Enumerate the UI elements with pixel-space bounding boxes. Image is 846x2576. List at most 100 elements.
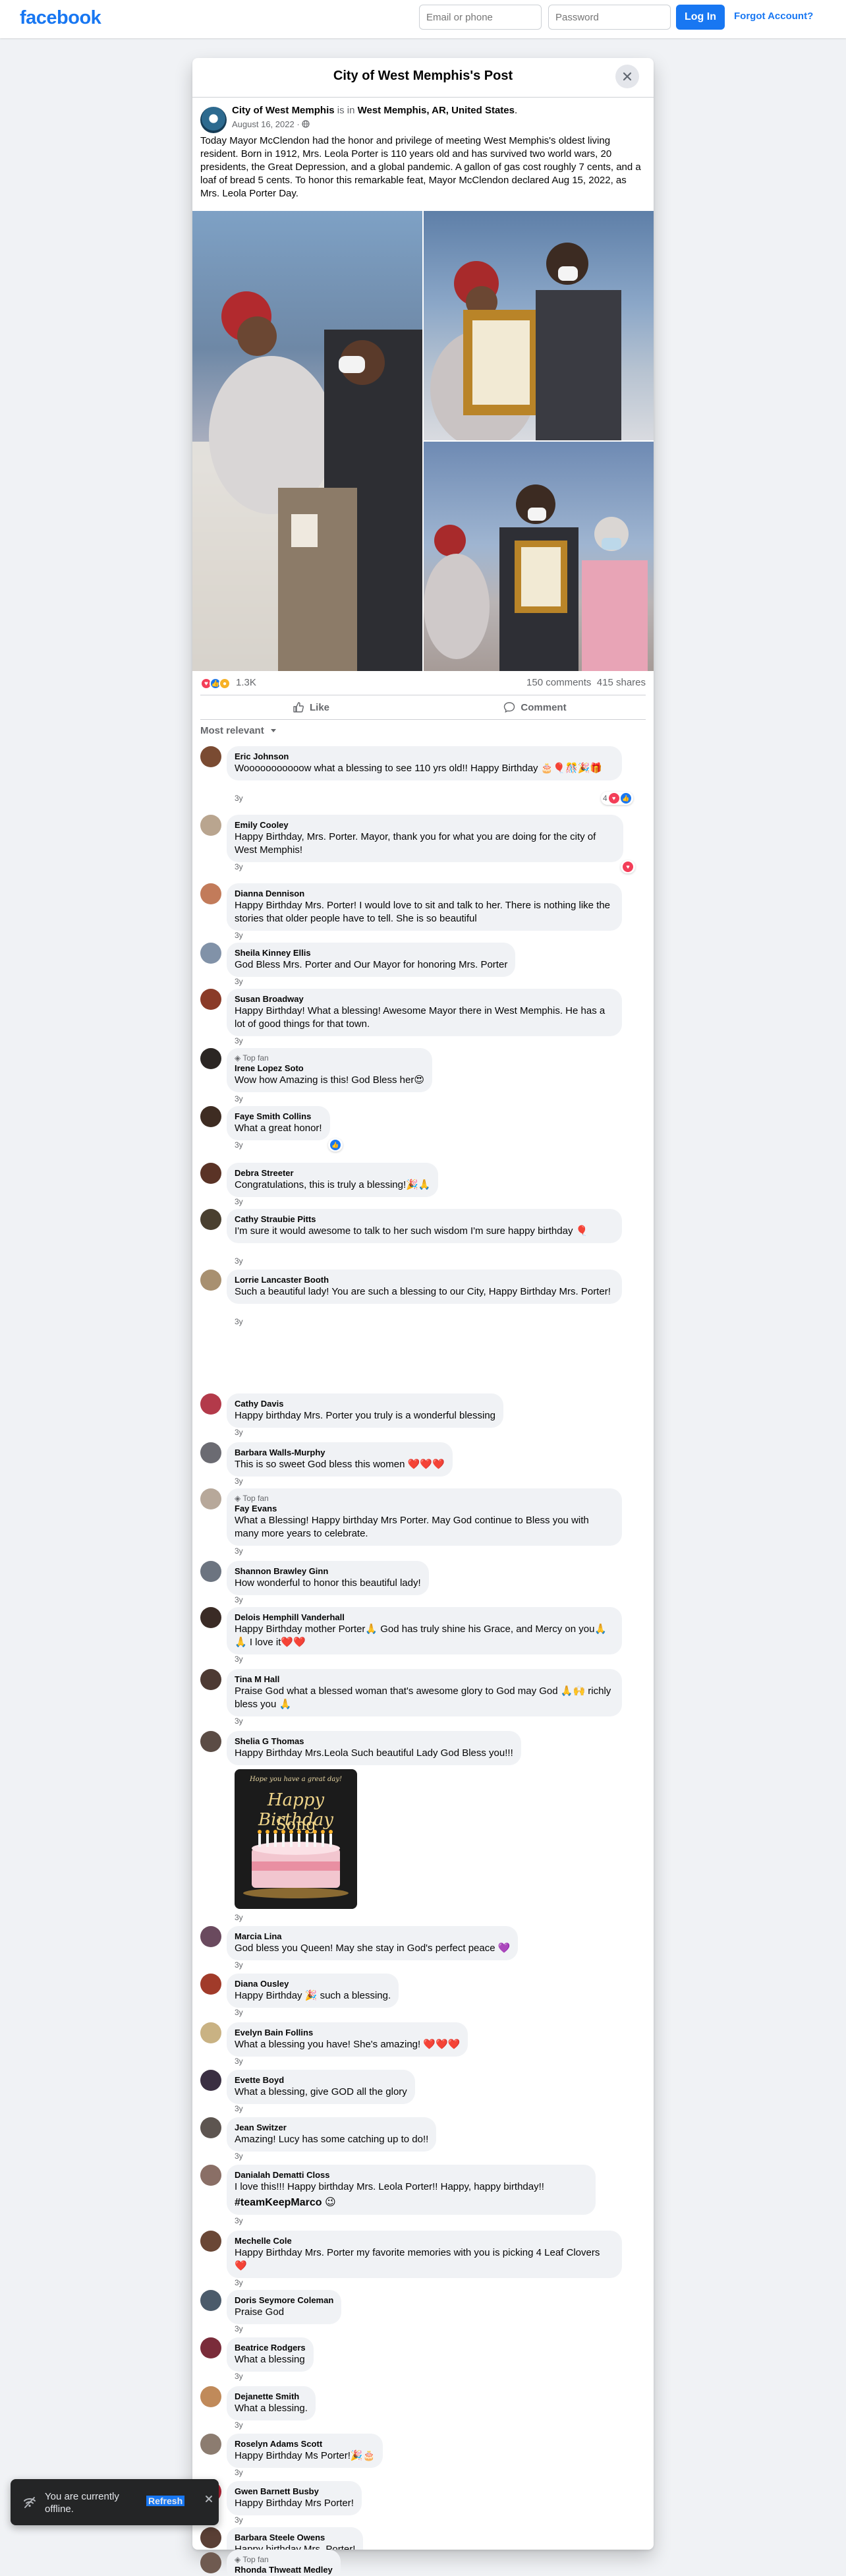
comment-time[interactable]: 3y (235, 1094, 243, 1103)
comment-time[interactable]: 3y (235, 1716, 243, 1726)
comment-time[interactable]: 3y (235, 1036, 243, 1045)
avatar[interactable] (200, 1926, 221, 1947)
comment-time[interactable]: 3y (235, 2515, 243, 2525)
avatar[interactable] (200, 1048, 221, 1069)
avatar[interactable] (200, 1607, 221, 1628)
avatar[interactable] (200, 2117, 221, 2138)
avatar[interactable] (200, 1561, 221, 1582)
avatar[interactable] (200, 2165, 221, 2186)
comment-time[interactable]: 3y (235, 2420, 243, 2430)
commenter-name[interactable]: Susan Broadway (235, 994, 614, 1005)
comment-time[interactable]: 3y (235, 2372, 243, 2381)
login-button[interactable]: Log In (676, 5, 725, 30)
commenter-name[interactable]: Mechelle Cole (235, 2236, 614, 2246)
commenter-name[interactable]: Shelia G Thomas (235, 1736, 513, 1747)
comment-button[interactable]: Comment (424, 698, 646, 717)
avatar[interactable] (200, 2527, 221, 2548)
commenter-name[interactable]: Cathy Straubie Pitts (235, 1214, 614, 1225)
comment-time[interactable]: 3y (235, 862, 243, 871)
comment-time[interactable]: 3y (235, 1546, 243, 1556)
email-input[interactable] (419, 5, 542, 30)
comment-time[interactable]: 3y (235, 2057, 243, 2066)
close-button[interactable] (615, 65, 639, 88)
comment-time[interactable]: 3y (235, 1197, 243, 1206)
commenter-name[interactable]: Cathy Davis (235, 1399, 495, 1409)
commenter-name[interactable]: Danialah Dematti Closs (235, 2170, 588, 2181)
commenter-name[interactable]: Sheila Kinney Ellis (235, 948, 507, 958)
commenter-name[interactable]: Diana Ousley (235, 1979, 391, 1989)
comment-time[interactable]: 3y (235, 2104, 243, 2113)
comment-time[interactable]: 3y (235, 794, 243, 803)
avatar[interactable] (200, 2070, 221, 2091)
commenter-name[interactable]: Barbara Walls-Murphy (235, 1448, 445, 1458)
comment-reactions[interactable]: 4 ♥ 👍 (601, 792, 633, 805)
avatar[interactable] (200, 746, 221, 767)
comment-time[interactable]: 3y (235, 2216, 243, 2225)
photo-proclamation-2[interactable] (424, 442, 654, 671)
avatar[interactable] (200, 1209, 221, 1230)
comment-reactions[interactable]: ♥ (621, 860, 635, 873)
commenter-name[interactable]: Lorrie Lancaster Booth (235, 1275, 614, 1285)
avatar[interactable] (200, 2337, 221, 2358)
post-date[interactable]: August 16, 2022 (232, 119, 295, 129)
avatar[interactable] (200, 883, 221, 904)
author-avatar[interactable] (200, 107, 227, 133)
comment-time[interactable]: 3y (235, 977, 243, 986)
commenter-name[interactable]: Irene Lopez Soto (235, 1063, 424, 1074)
avatar[interactable] (200, 2231, 221, 2252)
commenter-name[interactable]: Debra Streeter (235, 1168, 430, 1179)
comment-time[interactable]: 3y (235, 2468, 243, 2477)
commenter-name[interactable]: Eric Johnson (235, 751, 614, 762)
comment-time[interactable]: 3y (235, 1960, 243, 1970)
commenter-name[interactable]: Gwen Barnett Busby (235, 2486, 354, 2497)
comment-time[interactable]: 3y (235, 1256, 243, 1266)
avatar[interactable] (200, 1731, 221, 1752)
commenter-name[interactable]: Marcia Lina (235, 1931, 510, 1942)
post-author-name[interactable]: City of West Memphis (232, 105, 335, 116)
comment-time[interactable]: 3y (235, 931, 243, 940)
commenter-name[interactable]: Evelyn Bain Follins (235, 2028, 460, 2038)
avatar[interactable] (200, 2290, 221, 2311)
commenter-name[interactable]: Dejanette Smith (235, 2391, 308, 2402)
comment-hashtag[interactable]: #teamKeepMarco 😉 (235, 2196, 588, 2210)
like-button[interactable]: Like (200, 698, 422, 717)
commenter-name[interactable]: Fay Evans (235, 1504, 614, 1514)
comment-time[interactable]: 3y (235, 2278, 243, 2287)
avatar[interactable] (200, 1488, 221, 1509)
shares-count[interactable]: 415 shares (597, 677, 646, 688)
comment-time[interactable]: 3y (235, 1317, 243, 1326)
avatar[interactable] (200, 1270, 221, 1291)
commenter-name[interactable]: Shannon Brawley Ginn (235, 1566, 421, 1577)
commenter-name[interactable]: Rhonda Thweatt Medley (235, 2565, 333, 2575)
comment-time[interactable]: 3y (235, 2324, 243, 2333)
photo-proclamation-1[interactable] (424, 211, 654, 440)
avatar[interactable] (200, 1974, 221, 1995)
commenter-name[interactable]: Doris Seymore Coleman (235, 2295, 333, 2306)
commenter-name[interactable]: Tina M Hall (235, 1674, 614, 1685)
avatar[interactable] (200, 2552, 221, 2573)
commenter-name[interactable]: Roselyn Adams Scott (235, 2439, 375, 2449)
commenter-name[interactable]: Dianna Dennison (235, 889, 614, 899)
comment-time[interactable]: 3y (235, 1477, 243, 1486)
avatar[interactable] (200, 1106, 221, 1127)
commenter-name[interactable]: Beatrice Rodgers (235, 2343, 306, 2353)
commenter-name[interactable]: Faye Smith Collins (235, 1111, 322, 1122)
avatar[interactable] (200, 2434, 221, 2455)
comment-time[interactable]: 3y (235, 1595, 243, 1604)
avatar[interactable] (200, 989, 221, 1010)
avatar[interactable] (200, 1669, 221, 1690)
comment-time[interactable]: 3y (235, 2152, 243, 2161)
commenter-name[interactable]: Barbara Steele Owens (235, 2532, 355, 2543)
reaction-icons[interactable]: ♥ 👍 ● (200, 678, 231, 689)
comment-reactions[interactable]: 👍 (328, 1138, 343, 1152)
password-input[interactable] (548, 5, 671, 30)
comment-time[interactable]: 3y (235, 1913, 243, 1922)
comment-time[interactable]: 3y (235, 1140, 243, 1150)
avatar[interactable] (200, 1163, 221, 1184)
comment-time[interactable]: 3y (235, 2008, 243, 2017)
forgot-account-link[interactable]: Forgot Account? (734, 11, 813, 22)
reaction-count[interactable]: 1.3K (236, 677, 256, 688)
commenter-name[interactable]: Delois Hemphill Vanderhall (235, 1612, 614, 1623)
photo-mayor-with-mrs-porter[interactable] (192, 211, 422, 671)
comment-time[interactable]: 3y (235, 1428, 243, 1437)
